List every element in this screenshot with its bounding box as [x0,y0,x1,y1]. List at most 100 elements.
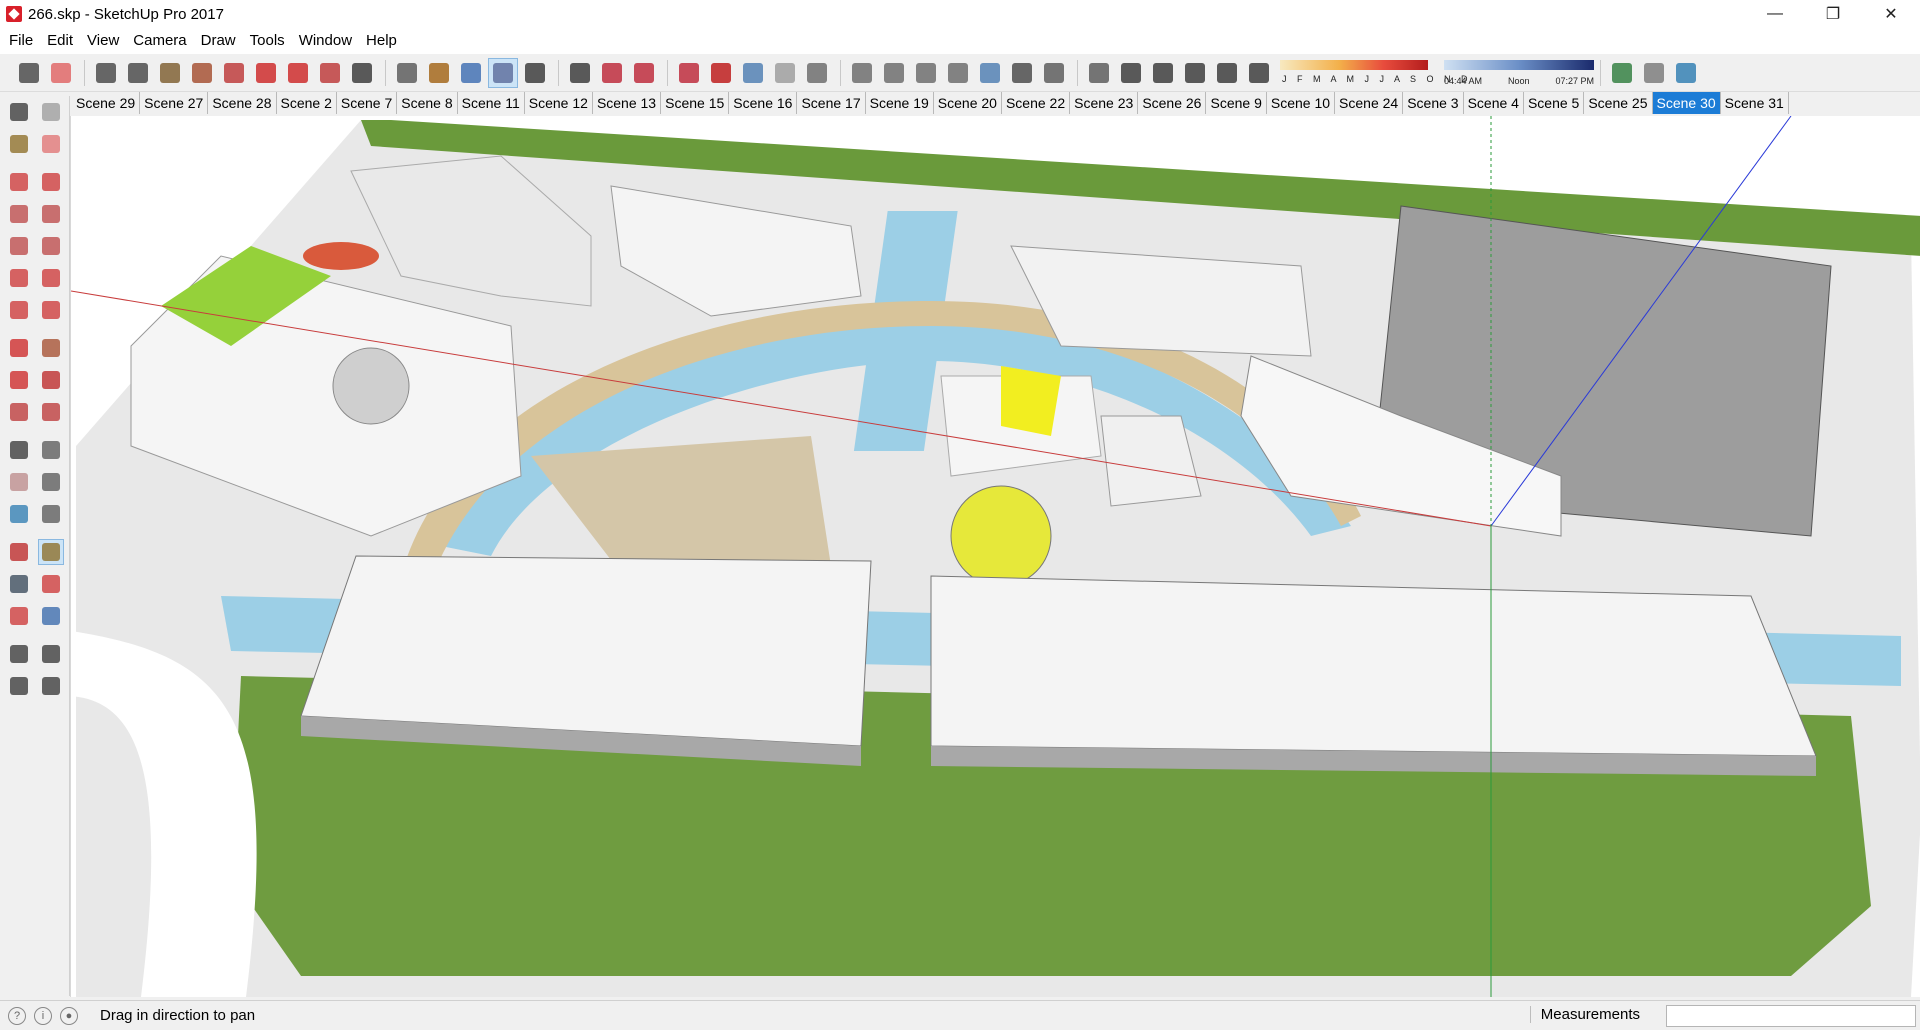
eraser-tool[interactable] [38,131,64,157]
scene-tab[interactable]: Scene 4 [1464,92,1524,114]
section-plane-button[interactable] [738,58,768,88]
tape-measure-button[interactable] [347,58,377,88]
offset-tool[interactable] [38,399,64,425]
scene-tab[interactable]: Scene 23 [1070,92,1139,114]
orbit-button[interactable] [456,58,486,88]
scene-tab[interactable]: Scene 2 [277,92,337,114]
paint-button[interactable] [424,58,454,88]
paint-bucket-button[interactable] [155,58,185,88]
select-button[interactable] [14,58,44,88]
three-point-arc-tool[interactable] [6,297,32,323]
sandbox-button[interactable] [1639,58,1669,88]
scale-tool[interactable] [6,399,32,425]
extension-warehouse-button[interactable] [629,58,659,88]
minimize-button[interactable]: — [1746,0,1804,28]
paint-bucket-tool[interactable] [6,131,32,157]
user-status-icon[interactable]: ● [60,1006,78,1025]
arc-button[interactable] [123,58,153,88]
photo-match-button[interactable] [1671,58,1701,88]
credits-status-icon[interactable]: i [34,1006,52,1025]
circle-tool[interactable] [6,233,32,259]
scene-tab[interactable]: Scene 22 [1002,92,1071,114]
model-viewport[interactable] [70,116,1920,997]
pie-tool[interactable] [38,297,64,323]
scene-tab[interactable]: Scene 11 [458,92,525,114]
orbit-tool[interactable] [6,539,32,565]
push-pull-tool[interactable] [38,335,64,361]
scene-tab[interactable]: Scene 8 [397,92,458,114]
follow-me-tool[interactable] [38,367,64,393]
3d-text-tool[interactable] [38,501,64,527]
zoom-tool[interactable] [6,571,32,597]
scene-tab[interactable]: Scene 26 [1138,92,1207,114]
walk-tool[interactable] [6,641,32,667]
rectangle-tool[interactable] [6,201,32,227]
close-button[interactable]: ✕ [1862,0,1920,28]
position-camera-tool[interactable] [38,673,64,699]
pencil-button[interactable] [91,58,121,88]
protractor-tool[interactable] [6,469,32,495]
back-edges-button[interactable] [847,58,877,88]
hidden-line-button[interactable] [911,58,941,88]
front-view-button[interactable] [1116,58,1146,88]
line-tool[interactable] [6,169,32,195]
scene-tab[interactable]: Scene 31 [1721,92,1789,114]
scene-tab[interactable]: Scene 19 [866,92,934,114]
polygon-tool[interactable] [38,233,64,259]
zoom-window-tool[interactable] [38,571,64,597]
menu-help[interactable]: Help [359,28,404,54]
previous-view-tool[interactable] [38,603,64,629]
menu-edit[interactable]: Edit [40,28,80,54]
dimension-tool[interactable] [38,437,64,463]
top-view-button[interactable] [1084,58,1114,88]
select-tool[interactable] [6,99,32,125]
freehand-tool[interactable] [38,169,64,195]
iso-view-button[interactable] [1039,58,1069,88]
scene-tab[interactable]: Scene 16 [729,92,798,114]
shaded-button[interactable] [943,58,973,88]
eraser-button[interactable] [46,58,76,88]
maximize-button[interactable]: ❐ [1804,0,1862,28]
back-view-button[interactable] [1180,58,1210,88]
scene-tab[interactable]: Scene 13 [593,92,662,114]
measurements-input[interactable] [1666,1005,1916,1027]
text-button[interactable] [392,58,422,88]
zoom-extents-button[interactable] [565,58,595,88]
tape-measure-tool[interactable] [6,437,32,463]
shadow-time-slider[interactable]: 04:44 AM Noon 07:27 PM [1444,58,1594,88]
scene-tab[interactable]: Scene 10 [1267,92,1336,114]
scene-tab[interactable]: Scene 20 [934,92,1002,114]
shadow-month-slider[interactable]: J F M A M J J A S O N D [1280,58,1468,88]
warehouse-button[interactable] [597,58,627,88]
move-button[interactable] [251,58,281,88]
rotate-button[interactable] [283,58,313,88]
scene-tab[interactable]: Scene 24 [1335,92,1404,114]
scene-tab[interactable]: Scene 15 [661,92,730,114]
scene-tab[interactable]: Scene 30 [1652,92,1721,114]
scene-tab[interactable]: Scene 28 [208,92,277,114]
scale-button[interactable] [315,58,345,88]
scene-tab[interactable]: Scene 29 [72,92,141,114]
arc-tool[interactable] [6,265,32,291]
scene-tab[interactable]: Scene 17 [797,92,866,114]
footprints-tool[interactable] [6,673,32,699]
scene-tab[interactable]: Scene 3 [1403,92,1464,114]
rotated-rectangle-tool[interactable] [38,201,64,227]
menu-view[interactable]: View [80,28,126,54]
move-tool[interactable] [6,335,32,361]
wireframe-button[interactable] [879,58,909,88]
menu-window[interactable]: Window [292,28,359,54]
pan-tool[interactable] [37,539,64,565]
menu-tools[interactable]: Tools [243,28,292,54]
geo-location-status-icon[interactable]: ? [8,1006,26,1025]
scene-tab[interactable]: Scene 9 [1206,92,1267,114]
x-ray-button[interactable] [802,58,832,88]
layout-button[interactable] [674,58,704,88]
zoom-button[interactable] [520,58,550,88]
text-tool[interactable] [38,469,64,495]
pan-button[interactable] [488,57,518,88]
rotate-tool[interactable] [6,367,32,393]
menu-file[interactable]: File [2,28,40,54]
menu-draw[interactable]: Draw [194,28,243,54]
shadows-toggle-button[interactable] [1244,58,1274,88]
